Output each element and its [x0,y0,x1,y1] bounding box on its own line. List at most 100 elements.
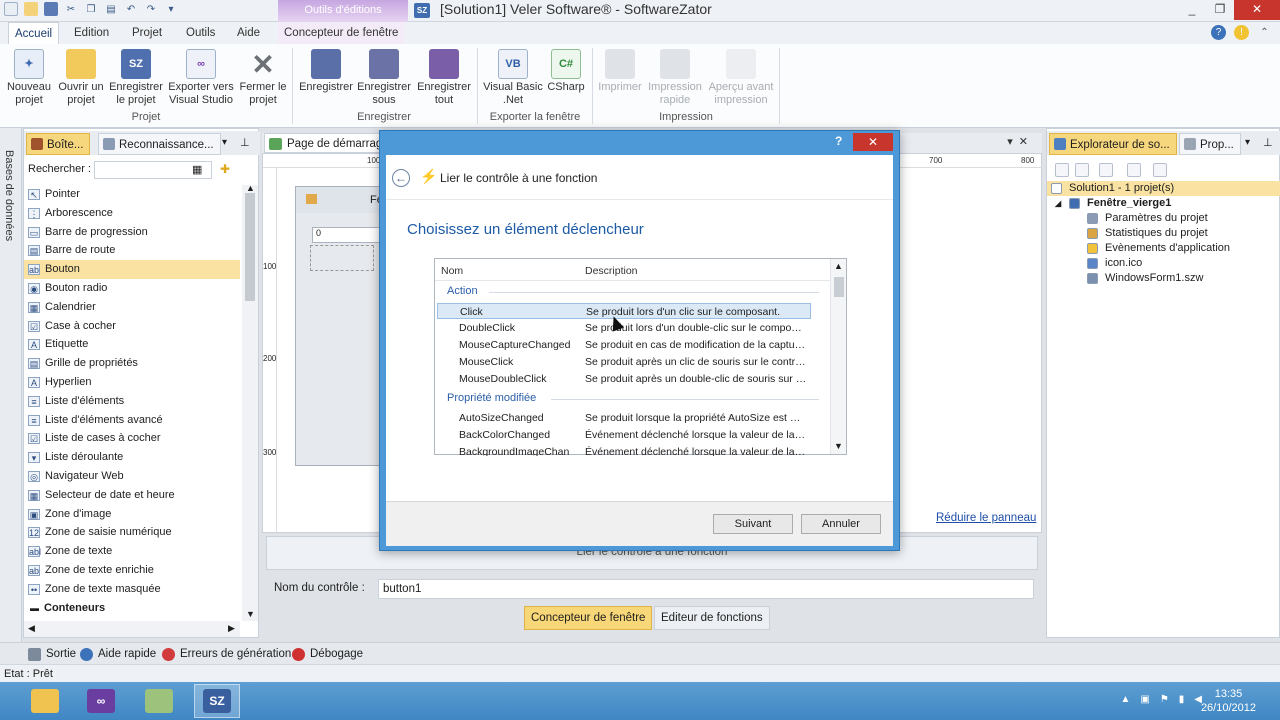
function-editor-button[interactable]: Editeur de fonctions [654,606,770,630]
cancel-button[interactable]: Annuler [801,514,881,534]
taskbar-explorer[interactable] [22,684,68,718]
pin-icon[interactable]: ⊥ [1263,136,1273,149]
event-row[interactable]: DoubleClick Se produit lors d'un double-c… [437,320,811,336]
clock[interactable]: 13:35 26/10/2012 [1201,687,1256,715]
toolbox-item[interactable]: 12 Zone de saisie numérique [24,523,240,542]
tab-toolbox[interactable]: Boîte... [26,133,91,155]
save-button[interactable]: Enregistrer [298,49,354,94]
save-as-button[interactable]: Enregistrer sous [356,49,412,107]
panel-dropdown-icon[interactable]: ▾ [1245,137,1250,148]
toolbox-item[interactable]: ↖ Pointer [24,185,240,204]
event-row[interactable]: BackgroundImageChan Événement déclenché l… [437,444,811,456]
scroll-right-icon[interactable]: ▶ [228,623,235,634]
toolbox-item[interactable]: ▣ Zone d'image [24,505,240,524]
tree-item[interactable]: ◢ Fenêtre_vierge1 [1047,196,1280,211]
print-preview-button[interactable]: Aperçu avant impression [706,49,776,107]
scroll-up-icon[interactable]: ▲ [246,183,255,193]
close-project-button[interactable]: ✕ Fermer le projet [238,49,288,107]
designer-button[interactable]: Concepteur de fenêtre [524,606,653,630]
toolbox-item[interactable]: abl Zone de texte [24,542,240,561]
taskbar-visual-studio[interactable]: ∞ [78,684,124,718]
toolbox-item[interactable]: ≡ Liste d'éléments [24,392,240,411]
filter-icon[interactable] [1099,163,1113,177]
tree-item[interactable]: Evènements d'application [1047,241,1280,256]
flag-icon[interactable]: ⚑ [1160,694,1169,705]
toolbox-item[interactable]: ▦ Selecteur de date et heure [24,486,240,505]
control-name-input[interactable]: button1 [378,579,1034,599]
tree-item[interactable]: Statistiques du projet [1047,226,1280,241]
event-row[interactable]: AutoSizeChanged Se produit lorsque la pro… [437,410,811,426]
add-icon[interactable]: ✚ [220,162,230,176]
column-header-description[interactable]: Description [585,265,638,277]
databases-tab[interactable]: Bases de données [3,150,15,241]
taskbar-notepad[interactable] [136,684,182,718]
tab-concepteur-fenetre[interactable]: Concepteur de fenêtre [278,22,405,44]
network-icon[interactable]: ▣ [1140,694,1149,705]
scroll-left-icon[interactable]: ◀ [28,623,35,634]
show-all-icon[interactable] [1075,163,1089,177]
column-header-name[interactable]: Nom [441,265,463,277]
export-csharp-button[interactable]: C# CSharp [546,49,586,94]
toolbox-hscrollbar[interactable]: ◀ ▶ [24,621,240,637]
tab-build-errors[interactable]: Erreurs de génération [158,645,297,663]
new-file-icon[interactable] [4,2,18,16]
tab-quick-help[interactable]: Aide rapide [76,645,162,663]
minimize-button[interactable]: _ [1178,0,1206,20]
form-preview[interactable]: Fe 0 [295,186,386,466]
tab-start-page[interactable]: Page de démarrage [264,133,396,153]
tab-outils[interactable]: Outils [180,22,221,44]
toolbox-item[interactable]: ☑ Liste de cases à cocher [24,429,240,448]
tree-item[interactable]: Paramètres du projet [1047,211,1280,226]
tab-debug[interactable]: Débogage [288,645,369,663]
export-visual-studio-button[interactable]: ∞ Exporter vers Visual Studio [166,49,236,107]
tab-output[interactable]: Sortie [24,645,82,663]
doc-close-icon[interactable]: ✕ [1019,136,1034,148]
ribbon-collapse-icon[interactable]: ⌃ [1257,25,1272,40]
tab-edition[interactable]: Edition [68,22,115,44]
next-button[interactable]: Suivant [713,514,793,534]
collapse-icon[interactable] [1055,163,1069,177]
back-arrow-icon[interactable]: ← [392,169,410,187]
undo-icon[interactable]: ↶ [124,2,138,16]
event-list-scrollbar[interactable]: ▲ ▼ [830,259,846,454]
toolbox-item[interactable]: A Hyperlien [24,373,240,392]
tab-solution-explorer[interactable]: Explorateur de so... [1049,133,1177,155]
quick-print-button[interactable]: Impression rapide [646,49,704,107]
scroll-thumb[interactable] [834,277,844,297]
copy-icon[interactable]: ❐ [84,2,98,16]
dialog-help-button[interactable]: ? [835,134,842,148]
toolbox-vscrollbar[interactable]: ▲ ▼ [242,183,258,621]
reduce-panel-link[interactable]: Réduire le panneau [936,512,1036,524]
event-row[interactable]: MouseClick Se produit après un clic de so… [437,354,811,370]
toolbox-item[interactable]: ≡ Liste d'éléments avancé [24,411,240,430]
pin-icon[interactable]: ⊥ [240,136,250,149]
scroll-down-icon[interactable]: ▼ [834,441,843,451]
dialog-close-button[interactable]: ✕ [853,133,893,151]
grid-view-icon[interactable]: ▦ [192,163,202,176]
selected-button-control[interactable] [310,245,374,271]
toolbox-item[interactable]: ab Zone de texte enrichie [24,561,240,580]
close-button[interactable]: ✕ [1234,0,1280,20]
refresh-icon[interactable] [1127,163,1141,177]
collapse-icon[interactable]: ▬ [30,599,39,618]
toolbox-item[interactable]: ▾ Liste déroulante [24,448,240,467]
scroll-thumb[interactable] [245,193,255,301]
tree-expand-icon[interactable]: ◢ [1055,196,1061,211]
toolbox-item[interactable]: ab Bouton [24,260,240,279]
doc-dropdown-icon[interactable]: ▾ [1007,136,1019,148]
form-textbox[interactable]: 0 [312,227,382,243]
toolbox-item[interactable]: ▤ Grille de propriétés [24,354,240,373]
open-project-button[interactable]: Ouvrir un projet [56,49,106,107]
toolbox-item[interactable]: ⋮ Arborescence [24,204,240,223]
tree-item[interactable]: Solution1 - 1 projet(s) [1047,181,1280,196]
event-row[interactable]: MouseDoubleClick Se produit après un doub… [437,371,811,387]
tab-recognition[interactable]: Reconnaissance... [98,133,221,155]
scroll-down-icon[interactable]: ▼ [246,609,255,619]
toolbox-item[interactable]: ▭ Barre de progression [24,223,240,242]
save-project-button[interactable]: SZ Enregistrer le projet [108,49,164,107]
tree-item[interactable]: WindowsForm1.szw [1047,271,1280,286]
tab-aide[interactable]: Aide [231,22,266,44]
toolbox-item[interactable]: ◎ Navigateur Web [24,467,240,486]
save-all-button[interactable]: Enregistrer tout [416,49,472,107]
event-row[interactable]: BackColorChanged Événement déclenché lors… [437,427,811,443]
